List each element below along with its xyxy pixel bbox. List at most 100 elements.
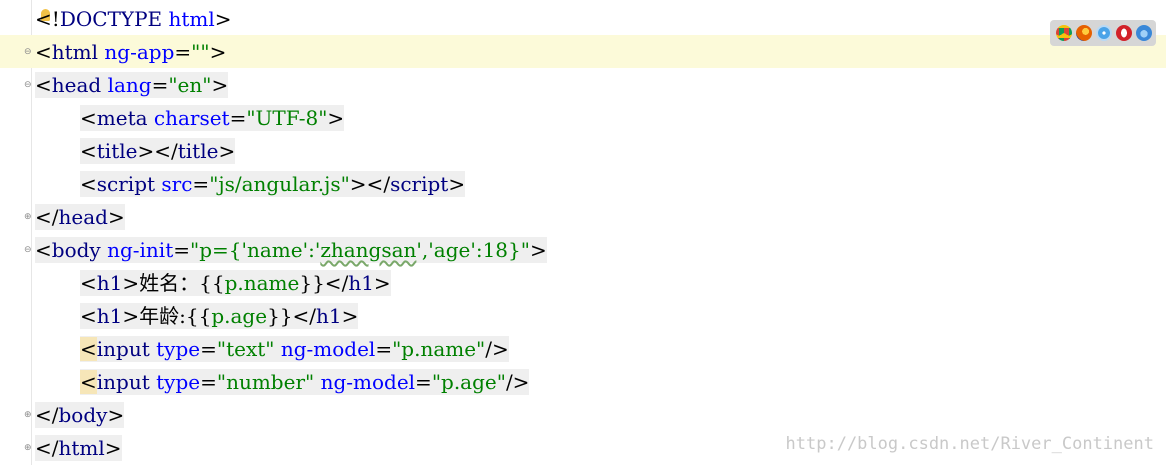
code-token: < [35,73,52,97]
code-token: script [390,172,449,196]
code-token: script [96,172,156,196]
code-text: <meta charset="UTF-8"> [80,105,345,131]
code-token: = [375,337,393,361]
safari-icon[interactable] [1096,25,1112,41]
code-token: "UTF-8" [246,106,328,130]
code-token: < [80,304,97,328]
code-token: html [51,40,99,64]
code-text: <input type="number" ng-model="p.age"/> [80,369,530,395]
code-token: 姓名：{{ [139,271,225,295]
code-text: </body> [35,402,125,428]
code-text: <body ng-init="p={'name':'zhangsan','age… [35,237,547,263]
code-token: 年龄:{{ [139,304,212,328]
code-text: </head> [35,204,125,230]
opera-icon[interactable] [1116,25,1132,41]
code-token: > [104,436,122,460]
watermark-text: http://blog.csdn.net/River_Continent [785,434,1154,454]
code-token: = [192,172,210,196]
chrome-icon[interactable] [1056,25,1072,41]
code-token: > [341,304,359,328]
code-line[interactable]: ⊖ <head lang="en"> [0,68,1166,101]
code-token: > [327,106,345,130]
code-token: p.age [211,304,268,328]
code-line[interactable]: ⊖ <html ng-app=""> [0,35,1166,68]
code-token: > [218,139,236,163]
code-token: </ [35,403,59,427]
code-token: src [161,172,193,196]
code-token: zhangsan [320,238,417,262]
code-token: < [80,337,97,361]
code-token: < [80,271,97,295]
code-token: charset [153,106,230,130]
code-token: html [168,7,215,31]
code-token: > [529,238,547,262]
code-line[interactable]: ⊖ <body ng-init="p={'name':'zhangsan','ag… [0,233,1166,266]
code-token: </ [35,205,59,229]
code-line[interactable]: <title></title> [0,134,1166,167]
code-token: h1 [348,271,374,295]
code-text: <script src="js/angular.js"></script> [80,171,466,197]
code-token: "p.name" [392,337,486,361]
code-token: type [156,337,201,361]
code-token: > [107,205,125,229]
code-token: body [51,238,101,262]
code-token: input [96,337,150,361]
code-text: <head lang="en"> [35,72,229,98]
code-token: DOCTYPE [59,7,163,31]
code-line[interactable]: <h1>姓名：{{p.name}}</h1> [0,266,1166,299]
code-token: = [173,238,190,262]
code-token: }}</ [267,304,317,328]
code-token: ></ [349,172,391,196]
code-token: = [415,370,432,394]
code-line[interactable]: <script src="js/angular.js"></script> [0,167,1166,200]
code-token: > [211,73,229,97]
code-line[interactable]: <meta charset="UTF-8"> [0,101,1166,134]
code-token: < [35,7,52,31]
code-text: <h1>姓名：{{p.name}}</h1> [80,270,391,296]
firefox-icon[interactable] [1076,25,1092,41]
fold-marker-icon[interactable]: ⊕ [24,444,32,453]
code-token: }}</ [299,271,349,295]
code-token: > [214,7,232,31]
code-token: > [122,271,140,295]
code-token: < [80,139,97,163]
fold-marker-icon[interactable]: ⊖ [24,246,32,255]
code-token: ng-app [104,40,175,64]
code-token: html [58,436,105,460]
code-line[interactable]: <input type="text" ng-model="p.name"/> [0,332,1166,365]
browser-preview-toolbar [1050,20,1156,46]
code-token: h1 [316,304,342,328]
code-token: body [58,403,108,427]
code-editor[interactable]: <!DOCTYPE html> ⊖ <html ng-app=""> ⊖ <head l… [0,0,1166,465]
code-token: ></ [137,139,178,163]
code-text: <html ng-app=""> [35,39,226,65]
code-token: = [151,73,169,97]
code-token: title [96,139,138,163]
code-token: "js/angular.js" [209,172,350,196]
code-token: ng-init [107,238,174,262]
ie-icon[interactable] [1136,25,1152,41]
code-token: > [122,304,140,328]
code-token: ','age':18}" [416,238,530,262]
code-token: "p={'name':' [190,238,321,262]
code-token: </ [35,436,59,460]
code-token: = [200,337,217,361]
code-line[interactable]: <input type="number" ng-model="p.age"/> [0,365,1166,398]
fold-marker-icon[interactable]: ⊖ [24,81,32,90]
code-token: p.name [224,271,300,295]
code-text: <h1>年龄:{{p.age}}</h1> [80,303,359,329]
code-token: ng-model [320,370,416,394]
fold-marker-icon[interactable]: ⊖ [24,48,32,57]
code-token: type [156,370,201,394]
code-token: meta [96,106,148,130]
fold-marker-icon[interactable]: ⊕ [24,411,32,420]
code-line[interactable]: ⊕ </head> [0,200,1166,233]
code-token: ! [51,7,60,31]
code-line[interactable]: <!DOCTYPE html> [0,2,1166,35]
code-token: > [448,172,466,196]
code-token: "" [191,40,210,64]
code-line[interactable]: ⊕ </body> [0,398,1166,431]
code-token: h1 [96,271,123,295]
code-line[interactable]: <h1>年龄:{{p.age}}</h1> [0,299,1166,332]
fold-marker-icon[interactable]: ⊕ [24,213,32,222]
